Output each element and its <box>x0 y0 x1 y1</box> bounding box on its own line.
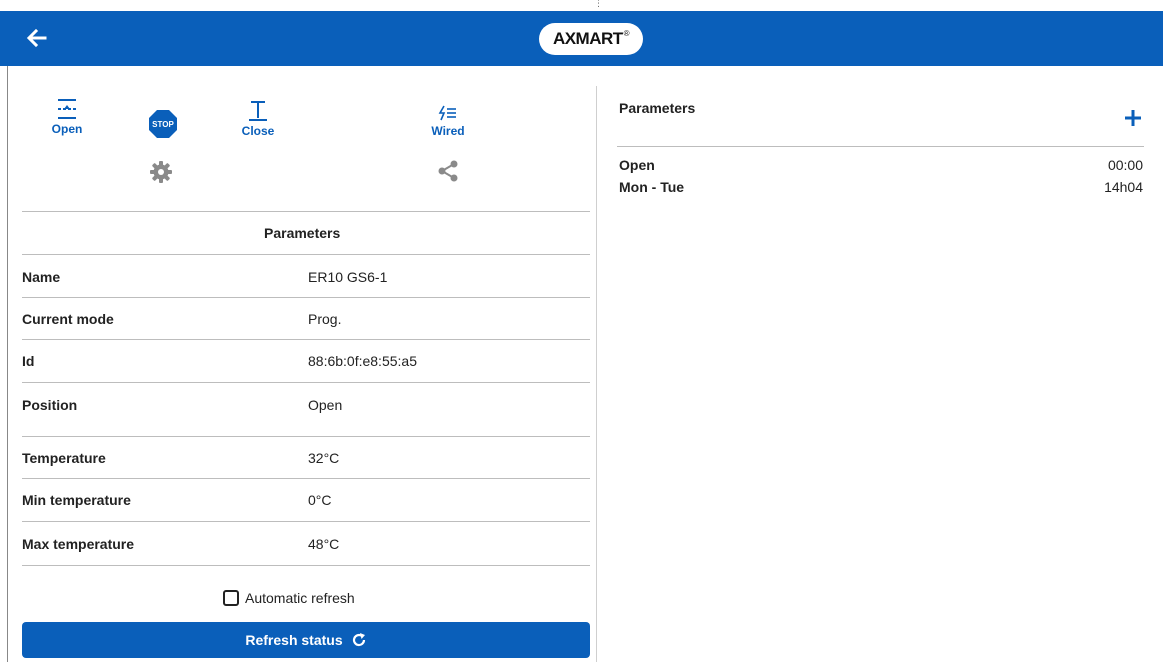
wired-icon <box>438 105 456 121</box>
row-key-name: Name <box>22 269 61 285</box>
row-value-temperature: 32°C <box>308 450 340 466</box>
schedule-label-mon-tue: Mon - Tue <box>619 179 685 195</box>
gear-icon <box>150 161 172 183</box>
stop-text: STOP <box>152 120 174 129</box>
share-icon <box>438 160 458 182</box>
row-key-max-temperature: Max temperature <box>22 536 135 552</box>
share-button[interactable] <box>437 160 459 187</box>
row-value-name: ER10 GS6-1 <box>308 269 388 285</box>
automatic-refresh-toggle[interactable]: Automatic refresh <box>223 590 355 606</box>
divider <box>22 478 590 479</box>
parameters-title: Parameters <box>264 225 341 241</box>
back-button[interactable] <box>24 25 50 51</box>
open-label: Open <box>51 122 83 136</box>
divider <box>22 436 590 437</box>
schedule-value-mon-tue: 14h04 <box>1104 179 1143 195</box>
row-key-temperature: Temperature <box>22 450 106 466</box>
automatic-refresh-checkbox[interactable] <box>223 590 239 606</box>
close-label: Close <box>241 124 275 138</box>
left-border <box>7 66 8 662</box>
refresh-status-label: Refresh status <box>245 632 343 648</box>
refresh-icon <box>352 633 365 647</box>
panel-divider <box>596 86 597 662</box>
automatic-refresh-label: Automatic refresh <box>245 590 355 606</box>
row-value-current-mode: Prog. <box>308 311 342 327</box>
logo-mark: ® <box>623 28 630 38</box>
row-value-max-temperature: 48°C <box>308 536 340 552</box>
row-value-id: 88:6b:0f:e8:55:a5 <box>308 353 417 369</box>
drag-dots-icon: ⋮ <box>594 0 603 9</box>
divider <box>22 565 590 566</box>
row-key-id: Id <box>22 353 35 369</box>
divider <box>22 297 590 298</box>
settings-button[interactable] <box>150 161 172 188</box>
schedule-value-open: 00:00 <box>1107 157 1143 173</box>
app-header: AXMART ® <box>0 11 1163 66</box>
divider <box>617 146 1144 147</box>
row-key-min-temperature: Min temperature <box>22 492 131 508</box>
divider <box>22 339 590 340</box>
schedule-label-open: Open <box>619 157 655 173</box>
open-icon <box>58 99 76 119</box>
add-button[interactable] <box>1123 108 1143 128</box>
wired-button[interactable]: Wired <box>428 104 468 138</box>
row-value-position: Open <box>308 397 343 413</box>
top-strip: ⋮ <box>0 0 1163 11</box>
right-parameters-title: Parameters <box>619 100 696 116</box>
plus-icon <box>1125 110 1141 126</box>
divider <box>22 382 590 383</box>
refresh-status-button[interactable]: Refresh status <box>22 622 590 658</box>
close-icon <box>249 101 267 121</box>
brand-logo: AXMART ® <box>539 23 643 55</box>
row-key-current-mode: Current mode <box>22 311 114 327</box>
stop-icon: STOP <box>149 110 177 138</box>
logo-text: AXMART <box>552 29 623 48</box>
row-key-position: Position <box>22 397 78 413</box>
wired-label: Wired <box>431 124 465 138</box>
divider <box>22 211 590 212</box>
open-button[interactable]: Open <box>49 98 85 136</box>
arrow-left-icon <box>26 28 47 48</box>
divider <box>22 254 590 255</box>
stop-button[interactable]: STOP <box>148 109 178 139</box>
divider <box>22 521 590 522</box>
close-button[interactable]: Close <box>240 100 276 138</box>
row-value-min-temperature: 0°C <box>308 492 332 508</box>
